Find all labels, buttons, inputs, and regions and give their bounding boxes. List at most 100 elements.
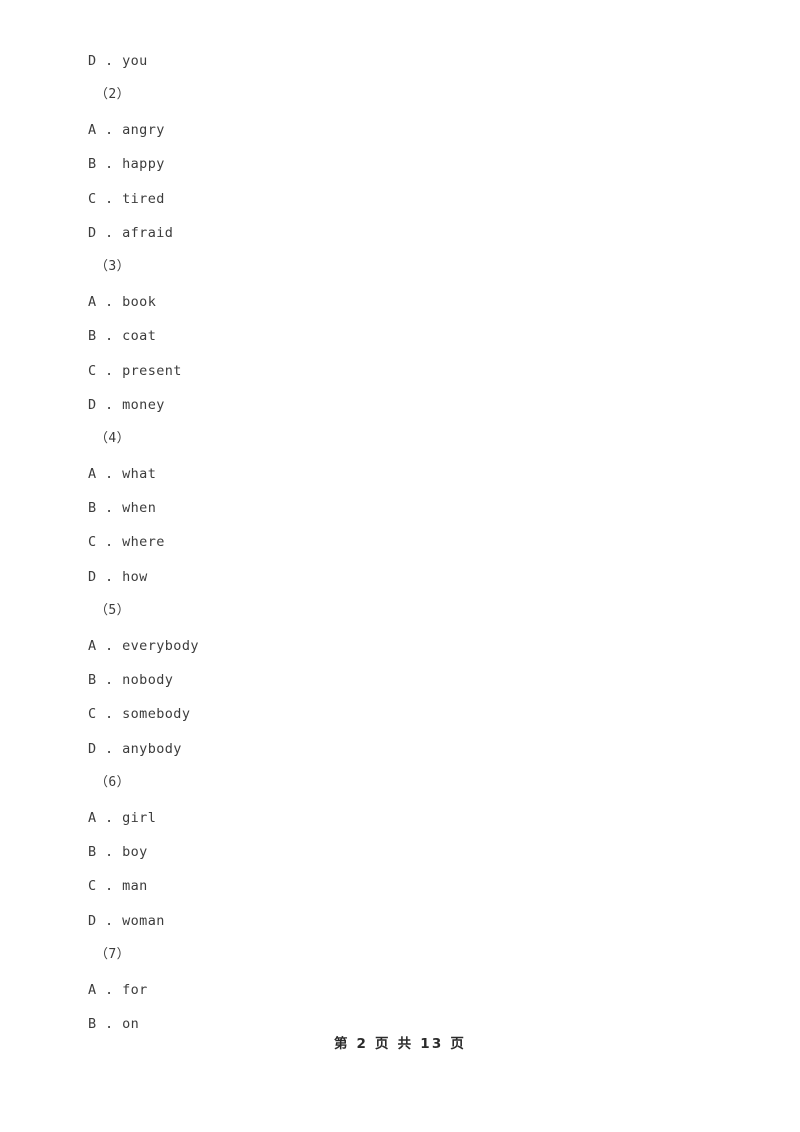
option-letter: C — [88, 362, 97, 379]
option-separator: . — [96, 224, 123, 241]
option-letter: C — [88, 534, 97, 551]
answer-option: A . book — [88, 285, 708, 319]
option-text: woman — [122, 912, 165, 929]
answer-option: D . money — [88, 388, 708, 422]
option-separator: . — [96, 500, 123, 517]
answer-option: B . nobody — [88, 663, 708, 697]
option-separator: . — [96, 293, 123, 310]
answer-option: A . everybody — [88, 629, 708, 663]
option-text: where — [122, 534, 165, 551]
question-group-label: （6） — [95, 775, 131, 791]
option-text: girl — [122, 809, 157, 826]
option-separator: . — [96, 53, 123, 69]
answer-option: C . tired — [88, 182, 708, 216]
answer-option: C . somebody — [88, 697, 708, 731]
option-text: what — [122, 465, 157, 482]
option-text: somebody — [122, 706, 191, 723]
answer-option: A . angry — [88, 113, 708, 147]
option-letter: A — [88, 809, 97, 826]
option-letter: A — [88, 637, 97, 654]
option-separator: . — [96, 156, 123, 173]
option-separator: . — [96, 568, 123, 585]
option-letter: D — [88, 53, 97, 69]
option-letter: B — [88, 1015, 97, 1032]
option-separator: . — [96, 1015, 123, 1032]
option-text: how — [122, 568, 148, 585]
answer-option: D . you — [88, 44, 708, 78]
answer-option: A . for — [88, 973, 708, 1007]
option-letter: B — [88, 328, 97, 345]
option-text: man — [122, 878, 148, 895]
option-letter: C — [88, 706, 97, 723]
option-letter: D — [88, 396, 97, 413]
answer-option: B . boy — [88, 835, 708, 869]
option-separator: . — [96, 912, 123, 929]
option-letter: B — [88, 843, 97, 860]
option-text: everybody — [122, 637, 199, 654]
option-separator: . — [96, 706, 123, 723]
answer-option: C . present — [88, 354, 708, 388]
option-text: anybody — [122, 740, 182, 757]
option-separator: . — [96, 190, 123, 207]
option-separator: . — [96, 740, 123, 757]
option-text: afraid — [122, 224, 174, 241]
question-group-label: （3） — [95, 259, 131, 275]
option-separator: . — [96, 809, 123, 826]
option-separator: . — [96, 534, 123, 551]
answer-option: B . happy — [88, 147, 708, 181]
option-letter: A — [88, 293, 97, 310]
question-options-list: D . you （2） A . angry B . happy C . tired D .… — [88, 44, 708, 1041]
option-letter: B — [88, 156, 97, 173]
answer-option: A . girl — [88, 801, 708, 835]
option-letter: D — [88, 740, 97, 757]
option-letter: C — [88, 878, 97, 895]
question-group-label: （5） — [95, 603, 131, 619]
option-text: present — [122, 362, 182, 379]
option-separator: . — [96, 637, 123, 654]
question-group-label: （2） — [95, 87, 131, 103]
option-text: angry — [122, 121, 165, 138]
option-letter: A — [88, 981, 97, 998]
option-text: on — [122, 1015, 140, 1032]
option-separator: . — [96, 878, 123, 895]
answer-option: B . coat — [88, 319, 708, 353]
option-separator: . — [96, 396, 123, 413]
question-group-label: （4） — [95, 431, 131, 447]
option-letter: D — [88, 224, 97, 241]
page-footer: 第 2 页 共 13 页 — [333, 1036, 467, 1052]
option-separator: . — [96, 672, 123, 689]
option-text: nobody — [122, 672, 174, 689]
option-separator: . — [96, 121, 123, 138]
option-letter: B — [88, 500, 97, 517]
option-separator: . — [96, 328, 123, 345]
option-text: tired — [122, 190, 165, 207]
answer-option: D . afraid — [88, 216, 708, 250]
answer-option: D . anybody — [88, 732, 708, 766]
answer-option: B . when — [88, 491, 708, 525]
option-text: you — [122, 53, 148, 69]
option-separator: . — [96, 843, 123, 860]
option-letter: C — [88, 190, 97, 207]
question-group-label: （7） — [95, 947, 131, 963]
option-separator: . — [96, 362, 123, 379]
option-letter: D — [88, 568, 97, 585]
option-text: happy — [122, 156, 165, 173]
document-page: D . you （2） A . angry B . happy C . tired D .… — [0, 0, 800, 1132]
option-letter: A — [88, 465, 97, 482]
answer-option: A . what — [88, 457, 708, 491]
option-separator: . — [96, 981, 123, 998]
option-text: when — [122, 500, 157, 517]
option-letter: A — [88, 121, 97, 138]
answer-option: D . woman — [88, 904, 708, 938]
option-text: money — [122, 396, 165, 413]
answer-option: C . where — [88, 525, 708, 559]
option-letter: B — [88, 672, 97, 689]
option-text: book — [122, 293, 157, 310]
answer-option: C . man — [88, 869, 708, 903]
option-text: coat — [122, 328, 157, 345]
option-text: for — [122, 981, 148, 998]
option-separator: . — [96, 465, 123, 482]
option-text: boy — [122, 843, 148, 860]
answer-option: D . how — [88, 560, 708, 594]
option-letter: D — [88, 912, 97, 929]
